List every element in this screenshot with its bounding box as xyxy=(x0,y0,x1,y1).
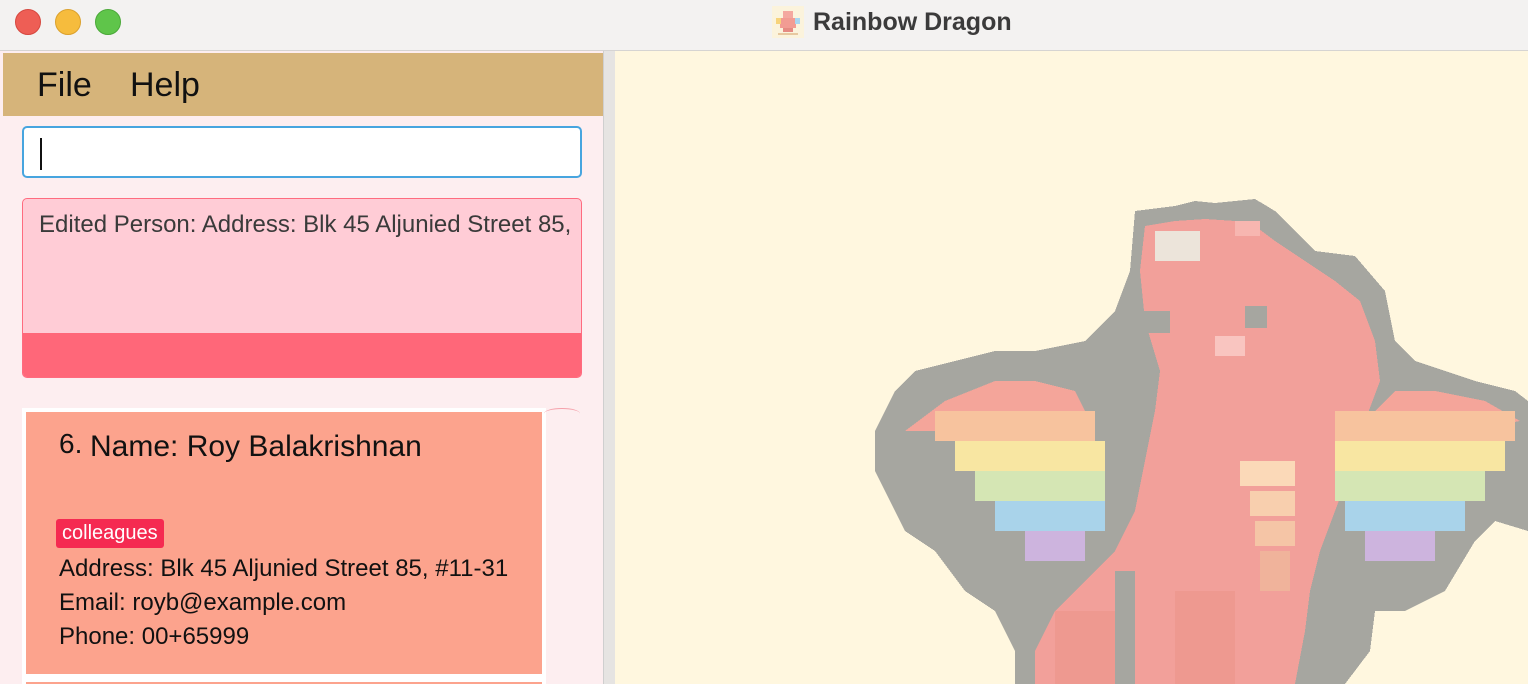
left-pane: File Help Edited Person: Address: Blk 45… xyxy=(0,51,603,684)
list-scroll-indicator[interactable] xyxy=(544,408,580,419)
person-email: Email: royb@example.com xyxy=(59,589,347,616)
person-phone: Phone: 00+65999 xyxy=(59,623,250,650)
person-index: 6. xyxy=(59,428,83,459)
person-list[interactable]: 6. Name: Roy Balakrishnan colleagues Add… xyxy=(22,408,582,684)
result-message: Edited Person: Address: Blk 45 Aljunied … xyxy=(39,211,572,238)
window-title: Rainbow Dragon xyxy=(813,7,1012,36)
close-window-button[interactable] xyxy=(15,9,41,35)
person-tag: colleagues xyxy=(56,519,164,548)
text-caret xyxy=(40,138,42,170)
menu-bar: File Help xyxy=(3,53,603,116)
person-name: Name: Roy Balakrishnan xyxy=(90,430,422,463)
person-card[interactable]: 6. Name: Roy Balakrishnan colleagues Add… xyxy=(22,408,546,678)
result-display-accent-bar xyxy=(23,333,581,377)
pane-splitter[interactable] xyxy=(603,51,615,684)
window-title-group: Rainbow Dragon xyxy=(772,4,1012,40)
rainbow-dragon-image xyxy=(875,199,1528,684)
title-bar: Rainbow Dragon xyxy=(0,0,1528,51)
person-address: Address: Blk 45 Aljunied Street 85, #11-… xyxy=(59,555,509,582)
menu-help[interactable]: Help xyxy=(130,66,200,105)
right-pane xyxy=(615,51,1528,684)
menu-file[interactable]: File xyxy=(37,66,92,105)
dragon-app-icon xyxy=(772,6,804,38)
zoom-window-button[interactable] xyxy=(95,9,121,35)
command-input[interactable] xyxy=(22,126,582,178)
minimize-window-button[interactable] xyxy=(55,9,81,35)
result-display: Edited Person: Address: Blk 45 Aljunied … xyxy=(22,198,582,378)
person-card-next-partial[interactable] xyxy=(22,678,546,684)
